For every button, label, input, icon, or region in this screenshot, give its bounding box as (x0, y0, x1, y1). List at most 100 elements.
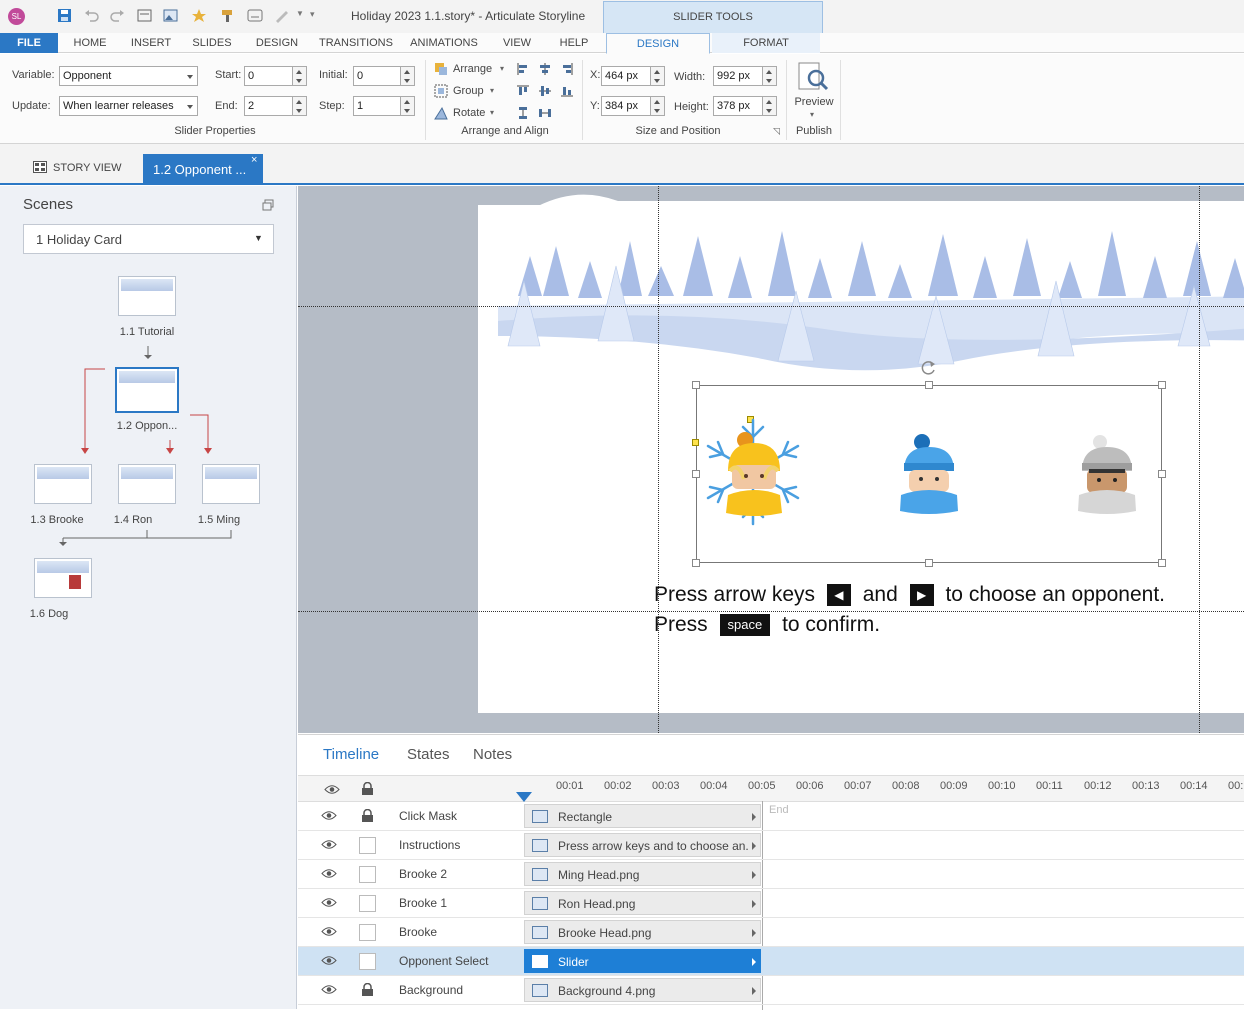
timeline-row[interactable]: Background Background 4.png (298, 976, 1244, 1005)
object-bar[interactable]: Ron Head.png (524, 891, 761, 915)
pen-icon[interactable] (274, 8, 290, 23)
save-icon[interactable] (57, 8, 72, 23)
object-bar[interactable]: Slider (524, 949, 761, 973)
start-input[interactable]: 0 (244, 66, 293, 86)
tab-slider-design[interactable]: DESIGN (606, 33, 710, 54)
align-middle-icon[interactable] (538, 84, 552, 98)
timeline-row[interactable]: Instructions Press arrow keys and to choo… (298, 831, 1244, 860)
object-bar[interactable]: Rectangle (524, 804, 761, 828)
tab-home[interactable]: HOME (62, 33, 118, 53)
step-input[interactable]: 1 (353, 96, 401, 116)
slide-thumb-tutorial[interactable] (118, 276, 176, 316)
timeline-row[interactable]: Brooke 2 Ming Head.png (298, 860, 1244, 889)
layer-name[interactable]: Brooke 2 (399, 867, 447, 881)
chevron-right-icon[interactable] (752, 842, 756, 850)
eye-icon[interactable] (321, 839, 337, 850)
height-input[interactable]: 378 px (713, 96, 763, 116)
resize-handle[interactable] (925, 559, 933, 567)
keyboard-icon[interactable] (247, 9, 263, 22)
lock-toggle[interactable] (359, 866, 376, 883)
playhead-icon[interactable] (516, 792, 532, 802)
rotate-handle-icon[interactable] (920, 359, 938, 377)
lock-icon[interactable] (361, 782, 374, 796)
resize-handle[interactable] (692, 381, 700, 389)
lock-toggle[interactable] (359, 895, 376, 912)
customize-toolbar-icon[interactable]: ▾ (310, 9, 315, 20)
chevron-right-icon[interactable] (752, 987, 756, 995)
align-right-icon[interactable] (560, 62, 574, 76)
resize-handle[interactable] (1158, 381, 1166, 389)
eye-icon[interactable] (321, 810, 337, 821)
preview-button[interactable]: Preview ▾ (792, 58, 836, 122)
update-dropdown[interactable]: When learner releases (59, 96, 198, 116)
brooke-head-icon[interactable] (722, 431, 786, 519)
active-slide-tab[interactable]: 1.2 Opponent ... × (143, 154, 263, 185)
new-slide-icon[interactable] (137, 8, 152, 23)
eye-icon[interactable] (321, 868, 337, 879)
timeline-row[interactable]: Brooke 1 Ron Head.png (298, 889, 1244, 918)
initial-input[interactable]: 0 (353, 66, 401, 86)
chevron-right-icon[interactable] (752, 871, 756, 879)
eye-icon[interactable] (321, 897, 337, 908)
align-top-icon[interactable] (516, 84, 530, 98)
close-icon[interactable]: × (251, 154, 257, 166)
arrange-button[interactable]: Arrange ▾ (434, 61, 510, 79)
chevron-right-icon[interactable] (752, 929, 756, 937)
align-center-icon[interactable] (538, 62, 552, 76)
restore-panel-icon[interactable] (262, 199, 274, 211)
x-spinner[interactable] (651, 66, 665, 86)
align-bottom-icon[interactable] (560, 84, 574, 98)
x-input[interactable]: 464 px (601, 66, 651, 86)
tab-slides[interactable]: SLIDES (184, 33, 240, 53)
slide-thumb-dog[interactable] (34, 558, 92, 598)
object-bar[interactable]: Press arrow keys and to choose an... (524, 833, 761, 857)
lock-toggle[interactable] (359, 837, 376, 854)
layer-name[interactable]: Brooke 1 (399, 896, 447, 910)
width-spinner[interactable] (763, 66, 777, 86)
object-bar[interactable]: Brooke Head.png (524, 920, 761, 944)
group-button[interactable]: Group ▾ (434, 83, 510, 101)
start-spinner[interactable] (293, 66, 307, 86)
layer-name[interactable]: Brooke (399, 925, 437, 939)
width-input[interactable]: 992 px (713, 66, 763, 86)
lock-toggle[interactable] (359, 982, 376, 999)
ming-head-icon[interactable] (1076, 433, 1138, 515)
chevron-right-icon[interactable] (752, 813, 756, 821)
layer-name[interactable]: Background (399, 983, 463, 997)
layer-name[interactable]: Click Mask (399, 809, 457, 823)
scene-dropdown[interactable]: 1 Holiday Card ▼ (23, 224, 274, 254)
tab-slider-format[interactable]: FORMAT (712, 33, 820, 53)
align-left-icon[interactable] (516, 62, 530, 76)
timeline-row[interactable]: Brooke Brooke Head.png (298, 918, 1244, 947)
effects-icon[interactable] (192, 8, 208, 23)
distribute-horizontal-icon[interactable] (538, 106, 552, 120)
slide-thumb-ming[interactable] (202, 464, 260, 504)
resize-handle[interactable] (1158, 470, 1166, 478)
tab-timeline[interactable]: Timeline (323, 746, 379, 763)
step-spinner[interactable] (401, 96, 415, 116)
eye-icon[interactable] (324, 784, 340, 795)
instruction-line-2[interactable]: Press space to confirm. (654, 613, 880, 637)
layer-name[interactable]: Opponent Select (399, 954, 488, 968)
slide-thumb-brooke[interactable] (34, 464, 92, 504)
y-spinner[interactable] (651, 96, 665, 116)
timeline-row[interactable]: Opponent Select Slider (298, 947, 1244, 976)
rotate-button[interactable]: Rotate ▾ (434, 105, 510, 123)
tab-animations[interactable]: ANIMATIONS (402, 33, 486, 53)
chevron-right-icon[interactable] (752, 900, 756, 908)
initial-spinner[interactable] (401, 66, 415, 86)
eye-icon[interactable] (321, 955, 337, 966)
layer-name[interactable]: Instructions (399, 838, 460, 852)
lock-toggle[interactable] (359, 924, 376, 941)
tab-states[interactable]: States (407, 746, 450, 763)
resize-handle[interactable] (692, 559, 700, 567)
timeline-row[interactable]: Click Mask Rectangle (298, 802, 1244, 831)
tab-transitions[interactable]: TRANSITIONS (312, 33, 400, 53)
tab-view[interactable]: VIEW (494, 33, 540, 53)
height-spinner[interactable] (763, 96, 777, 116)
variable-dropdown[interactable]: Opponent (59, 66, 198, 86)
instruction-line-1[interactable]: Press arrow keys ◀ and ▶ to choose an op… (654, 583, 1165, 607)
ron-head-icon[interactable] (898, 433, 960, 515)
lock-toggle[interactable] (359, 953, 376, 970)
redo-icon[interactable] (110, 8, 125, 23)
